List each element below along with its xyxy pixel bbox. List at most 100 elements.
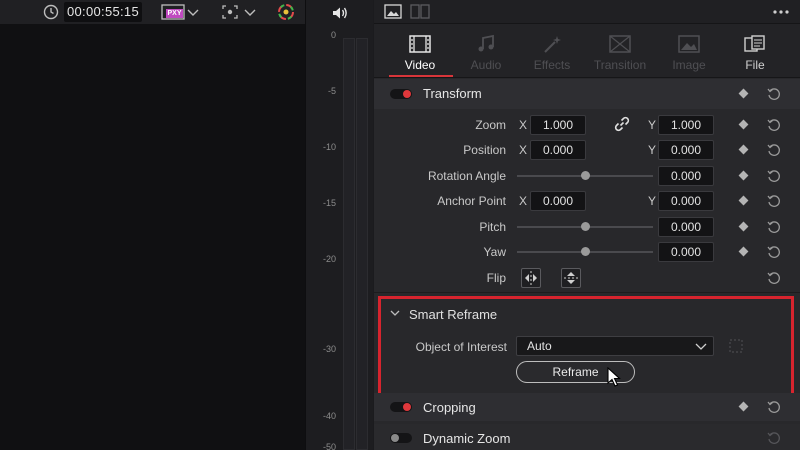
flip-label: Flip (486, 271, 506, 285)
reset-icon[interactable] (767, 143, 781, 157)
transition-icon (609, 35, 631, 53)
chevron-down-icon[interactable] (390, 309, 400, 317)
chevron-down-icon[interactable] (244, 7, 256, 17)
dynamic-zoom-enable-toggle[interactable] (390, 433, 412, 443)
position-y-input[interactable]: 0.000 (658, 140, 714, 160)
meter-tick-label: -40 (322, 411, 336, 421)
proxy-toggle[interactable]: PXY (161, 4, 185, 20)
inspector-tabs: Video Audio Effects Transition Image Fil… (374, 24, 800, 78)
dynamic-zoom-header[interactable]: Dynamic Zoom (374, 424, 800, 450)
cropping-header[interactable]: Cropping (374, 393, 800, 421)
flip-vertical-button[interactable] (561, 268, 581, 288)
flip-vertical-icon (564, 272, 578, 284)
transform-header[interactable]: Transform (374, 79, 800, 109)
speaker-icon[interactable] (331, 5, 349, 21)
select-value: Auto (527, 339, 552, 353)
more-options-icon[interactable] (772, 9, 790, 15)
active-tab-indicator (389, 75, 453, 77)
reset-icon[interactable] (767, 431, 781, 445)
smart-reframe-title[interactable]: Smart Reframe (409, 307, 497, 322)
viewer-toolbar: 00:00:55:15 PXY (0, 0, 305, 24)
meter-tick-label: 0 (330, 30, 336, 40)
flip-horizontal-button[interactable] (521, 268, 541, 288)
cropping-enable-toggle[interactable] (390, 402, 412, 412)
zoom-x-axis: X (519, 118, 528, 132)
rotation-slider-knob[interactable] (581, 171, 590, 180)
anchor-y-axis: Y (648, 194, 657, 208)
keyframe-icon[interactable] (738, 401, 749, 412)
meter-tick-label: -30 (322, 344, 336, 354)
reset-icon[interactable] (767, 271, 781, 285)
reset-icon[interactable] (767, 194, 781, 208)
position-x-input[interactable]: 0.000 (530, 140, 586, 160)
tab-image[interactable]: Image (656, 24, 722, 78)
meter-tick-label: -15 (322, 198, 336, 208)
safe-area-icon[interactable] (220, 3, 240, 21)
magic-wand-icon (544, 36, 561, 53)
reset-icon[interactable] (767, 400, 781, 414)
tab-label: Image (672, 58, 706, 72)
reset-icon[interactable] (767, 118, 781, 132)
audio-meter: 0 -5 -10 -15 -20 -30 -40 -50 (305, 0, 373, 450)
pitch-label: Pitch (479, 220, 506, 234)
position-label: Position (463, 143, 506, 157)
tab-label: Video (404, 58, 436, 72)
music-note-icon (478, 34, 494, 52)
yaw-label: Yaw (483, 245, 506, 259)
viewer-canvas[interactable] (0, 24, 305, 450)
tab-transition[interactable]: Transition (587, 24, 653, 78)
section-title: Transform (423, 86, 482, 101)
object-of-interest-select[interactable]: Auto (516, 336, 714, 356)
keyframe-icon[interactable] (738, 88, 749, 99)
chevron-down-icon[interactable] (187, 7, 199, 17)
meter-tick-label: -10 (322, 142, 336, 152)
tab-video[interactable]: Video (387, 24, 453, 78)
mouse-pointer-icon (607, 367, 621, 387)
meter-tick-label: -20 (322, 254, 336, 264)
meter-tick-label: -50 (322, 442, 336, 450)
object-of-interest-label: Object of Interest (415, 340, 507, 354)
tab-label: Audio (470, 58, 502, 72)
tab-label: Effects (533, 58, 571, 72)
yaw-input[interactable]: 0.000 (658, 242, 714, 262)
meter-bar-right (356, 38, 368, 450)
single-viewer-icon[interactable] (384, 4, 402, 19)
transform-enable-toggle[interactable] (390, 89, 412, 99)
chevron-down-icon (695, 343, 707, 350)
color-wheel-icon[interactable] (276, 2, 296, 22)
anchor-label: Anchor Point (437, 194, 506, 208)
reset-icon[interactable] (767, 220, 781, 234)
tab-audio[interactable]: Audio (453, 24, 519, 78)
reset-icon[interactable] (767, 245, 781, 259)
proxy-badge: PXY (167, 10, 182, 17)
anchor-y-input[interactable]: 0.000 (658, 191, 714, 211)
anchor-x-input[interactable]: 0.000 (530, 191, 586, 211)
pitch-slider-knob[interactable] (581, 222, 590, 231)
zoom-label: Zoom (475, 118, 506, 132)
clock-icon[interactable] (42, 3, 60, 21)
file-icon (744, 35, 765, 52)
zoom-x-input[interactable]: 1.000 (530, 115, 586, 135)
flip-horizontal-icon (525, 271, 537, 285)
reset-icon[interactable] (767, 169, 781, 183)
reference-point-icon[interactable] (728, 338, 744, 354)
image-icon (678, 35, 700, 53)
timecode-display[interactable]: 00:00:55:15 (64, 2, 142, 22)
rotation-label: Rotation Angle (427, 169, 506, 183)
link-icon[interactable] (614, 116, 630, 132)
section-divider (374, 292, 800, 293)
film-icon (409, 35, 431, 53)
dual-viewer-icon[interactable] (410, 4, 430, 19)
pitch-input[interactable]: 0.000 (658, 217, 714, 237)
section-title: Cropping (423, 400, 476, 415)
yaw-slider-knob[interactable] (581, 247, 590, 256)
tab-effects[interactable]: Effects (519, 24, 585, 78)
tab-file[interactable]: File (722, 24, 788, 78)
zoom-y-input[interactable]: 1.000 (658, 115, 714, 135)
position-y-axis: Y (648, 143, 657, 157)
meter-tick-label: -5 (327, 86, 336, 96)
rotation-input[interactable]: 0.000 (658, 166, 714, 186)
meter-bar-left (343, 38, 355, 450)
zoom-y-axis: Y (648, 118, 657, 132)
reset-icon[interactable] (767, 87, 781, 101)
